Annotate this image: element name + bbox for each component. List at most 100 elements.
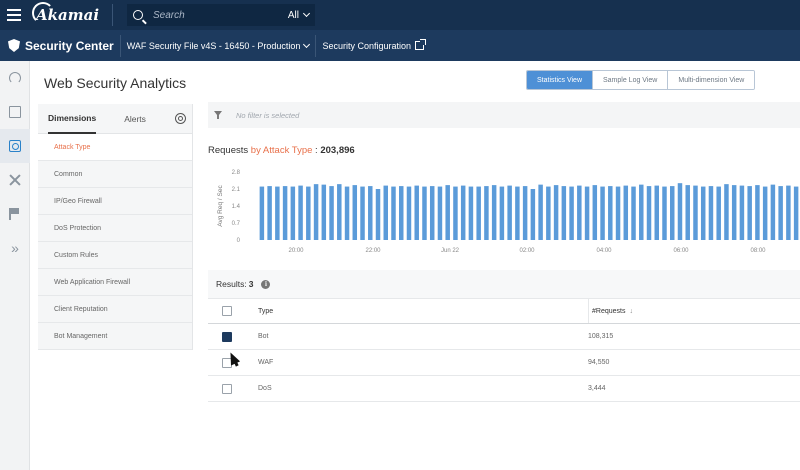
chart-bar[interactable] [639, 184, 644, 240]
rail-dashboard[interactable] [0, 61, 30, 95]
chart-bar[interactable] [267, 186, 272, 240]
chart-bar[interactable] [321, 184, 327, 240]
chart-bar[interactable] [577, 185, 582, 240]
dimension-item[interactable]: DoS Protection [38, 215, 192, 242]
dimension-item[interactable]: Custom Rules [38, 242, 192, 269]
chart-bar[interactable] [747, 186, 752, 240]
global-search[interactable]: All [127, 4, 315, 26]
view-button-2[interactable]: Multi-dimension View [667, 71, 755, 89]
chart-bar[interactable] [282, 186, 288, 240]
chart-bar[interactable] [507, 185, 512, 240]
chart-bar[interactable] [561, 186, 567, 240]
chart-bar[interactable] [422, 186, 427, 240]
tab-dimensions[interactable]: Dimensions [48, 104, 97, 134]
tab-alerts[interactable]: Alerts [124, 104, 146, 134]
product-title[interactable]: Security Center [25, 39, 114, 53]
chart-bar[interactable] [414, 185, 419, 240]
row-checkbox[interactable] [222, 383, 232, 394]
chart-bar[interactable] [399, 186, 404, 240]
chart-bar[interactable] [631, 186, 636, 240]
chart-bar[interactable] [685, 185, 690, 240]
row-checkbox[interactable] [222, 331, 232, 342]
rail-monitor[interactable] [0, 95, 30, 129]
chart-bar[interactable] [530, 189, 536, 240]
dimension-item[interactable]: Web Application Firewall [38, 269, 192, 296]
chart-bar[interactable] [375, 189, 381, 240]
chart-bar[interactable] [708, 186, 714, 240]
chart-bar[interactable] [755, 185, 760, 240]
chart-bar[interactable] [313, 184, 319, 240]
chart-bar[interactable] [538, 184, 543, 240]
chart-bar[interactable] [460, 185, 466, 240]
chart-bar[interactable] [546, 186, 551, 240]
view-button-1[interactable]: Sample Log View [592, 71, 668, 89]
chart-bar[interactable] [654, 185, 659, 240]
chart-bar[interactable] [608, 186, 613, 240]
chart-bar[interactable] [731, 185, 737, 240]
chart-bar[interactable] [491, 185, 497, 240]
column-requests[interactable]: #Requests ↓ [588, 299, 800, 323]
chart-bar[interactable] [700, 186, 706, 240]
chart-bar[interactable] [337, 184, 342, 240]
filter-icon[interactable] [214, 111, 222, 119]
chart-bar[interactable] [476, 186, 481, 240]
menu-icon[interactable] [0, 0, 28, 30]
filter-bar[interactable]: No filter is selected [208, 102, 800, 128]
table-row[interactable]: Bot 108,315 [208, 324, 800, 350]
chart-bar[interactable] [762, 186, 768, 240]
chart-bar[interactable] [646, 186, 652, 240]
chart-bar[interactable] [406, 186, 412, 240]
sort-down-icon[interactable]: ↓ [629, 308, 633, 315]
chart-bar[interactable] [600, 186, 605, 240]
rail-reports[interactable] [0, 197, 30, 231]
config-selector[interactable]: WAF Security File v4S - 16450 - Producti… [127, 40, 311, 51]
chart-bar[interactable] [344, 186, 350, 240]
chart-bar[interactable] [306, 186, 311, 240]
table-row[interactable]: WAF 94,550 [208, 350, 800, 376]
search-input[interactable] [153, 9, 288, 21]
chart-bar[interactable] [383, 185, 388, 240]
chart-bar[interactable] [259, 186, 265, 240]
info-icon[interactable]: i [261, 279, 271, 289]
chart-bar[interactable] [677, 183, 683, 240]
chart-bar[interactable] [360, 186, 365, 240]
view-button-0[interactable]: Statistics View [527, 71, 592, 89]
select-all-checkbox[interactable] [222, 306, 232, 316]
column-type[interactable]: Type [258, 308, 588, 315]
chart-bar[interactable] [298, 185, 303, 240]
akamai-logo[interactable]: Akamai [32, 2, 106, 24]
dimension-item[interactable]: Attack Type [38, 134, 192, 161]
chart-bar[interactable] [429, 186, 435, 240]
chart-bar[interactable] [670, 186, 675, 240]
chart-bar[interactable] [522, 186, 528, 240]
chart-bar[interactable] [693, 185, 698, 240]
rail-expand[interactable]: » [0, 231, 30, 265]
chart-bar[interactable] [499, 186, 505, 240]
chart-bar[interactable] [786, 185, 791, 240]
chart-bar[interactable] [329, 186, 334, 240]
chart-bar[interactable] [468, 186, 474, 240]
chart-bar[interactable] [484, 186, 489, 240]
chart-bar[interactable] [770, 184, 776, 240]
table-row[interactable]: DoS 3,444 [208, 376, 800, 402]
chart-bar[interactable] [275, 186, 280, 240]
rail-analytics[interactable] [0, 129, 30, 163]
chart-bar[interactable] [391, 186, 396, 240]
dimension-item[interactable]: Common [38, 161, 192, 188]
chart-bar[interactable] [453, 186, 458, 240]
chart-bar[interactable] [716, 186, 721, 240]
chart-bar[interactable] [290, 186, 296, 240]
chart-bar[interactable] [724, 184, 729, 240]
chart-bar[interactable] [739, 185, 745, 240]
chart-bar[interactable] [584, 186, 590, 240]
dimension-item[interactable]: Bot Management [38, 323, 192, 350]
chart-bar[interactable] [437, 186, 443, 240]
dimension-item[interactable]: Client Reputation [38, 296, 192, 323]
chart-bar[interactable] [553, 185, 559, 240]
chart-bar[interactable] [778, 186, 783, 240]
search-scope-select[interactable]: All [288, 10, 311, 21]
rail-tools[interactable] [0, 163, 30, 197]
chart-bar[interactable] [623, 185, 629, 240]
chart-bar[interactable] [515, 186, 520, 240]
chart-bar[interactable] [592, 185, 598, 240]
